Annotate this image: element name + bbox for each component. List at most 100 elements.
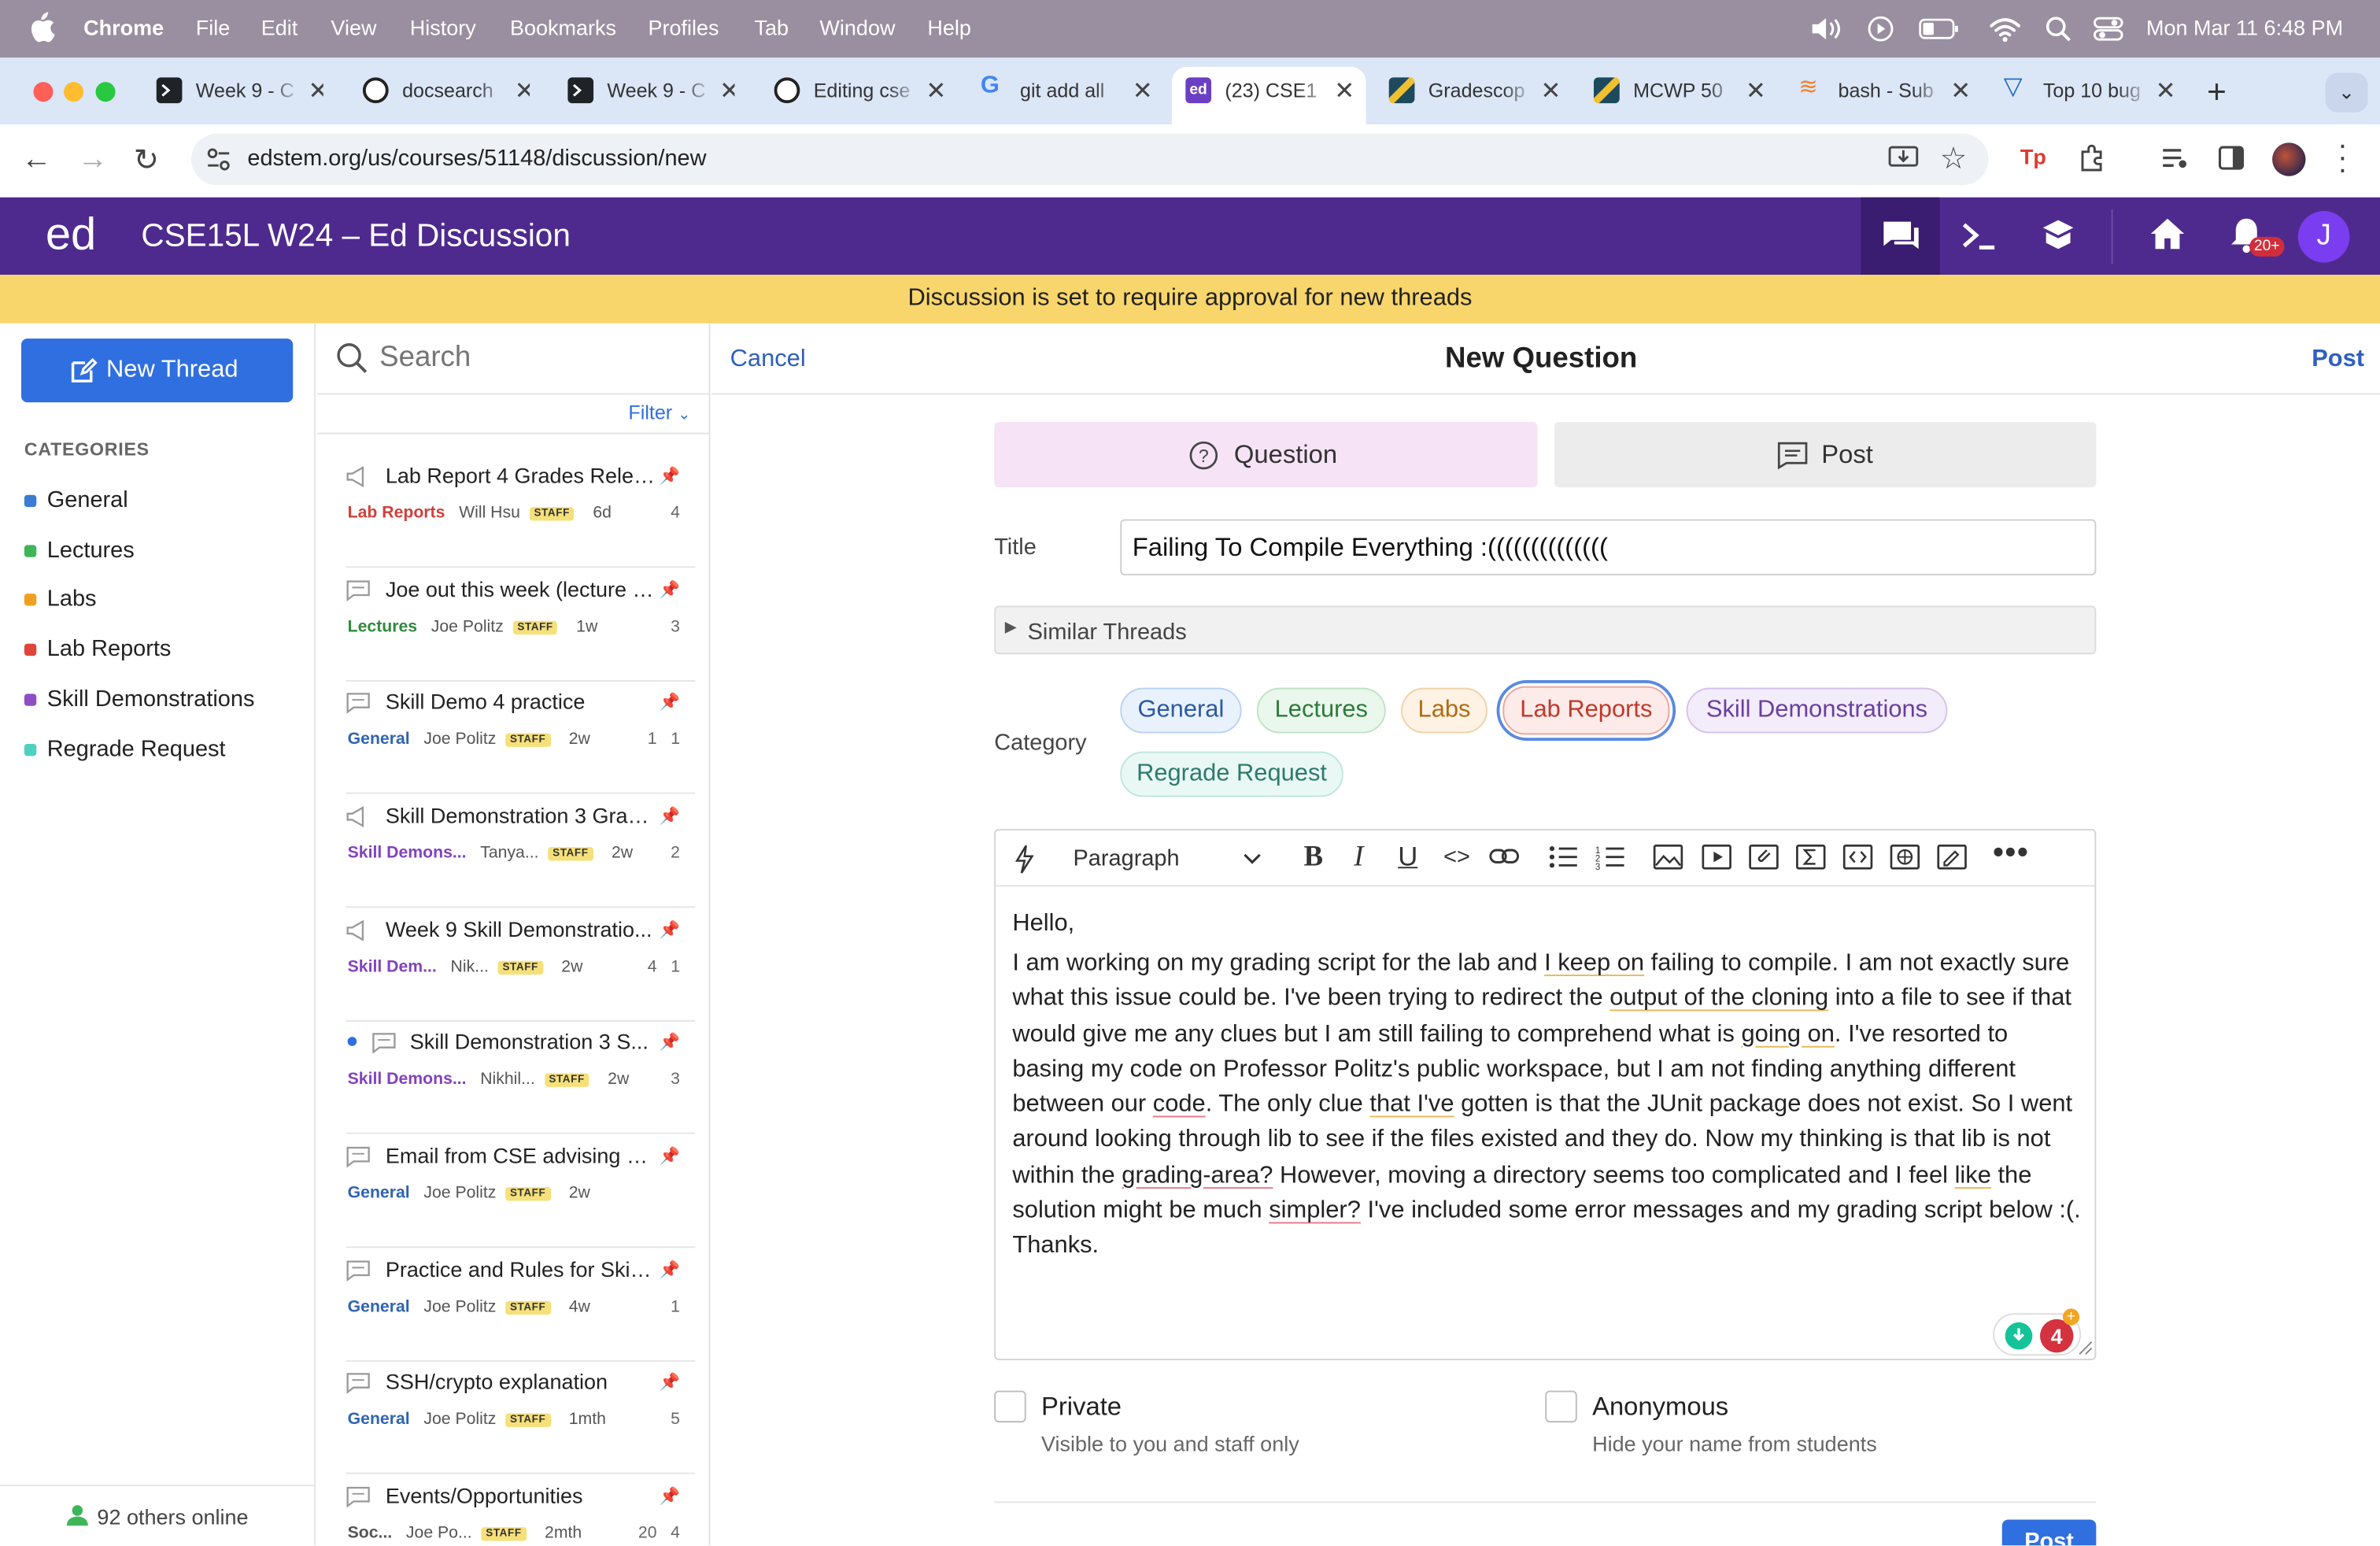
image-icon[interactable] — [1653, 844, 1683, 870]
profile-avatar-icon[interactable] — [2272, 142, 2306, 176]
sidebar-category-labs[interactable]: Labs — [24, 586, 298, 616]
close-icon[interactable]: ✕ — [2156, 76, 2174, 106]
video-icon[interactable] — [1702, 844, 1732, 870]
anonymous-checkbox[interactable] — [1545, 1390, 1577, 1423]
browser-tab[interactable]: Week 9 - C✕ — [156, 67, 323, 116]
reload-icon[interactable]: ↻ — [134, 141, 159, 179]
browser-tab[interactable]: Gradescop✕ — [1388, 67, 1559, 116]
browser-menu-icon[interactable]: · · · — [2338, 131, 2348, 185]
browser-tab[interactable]: G git add all✕ — [981, 67, 1151, 116]
resize-handle-icon[interactable] — [2078, 1341, 2093, 1356]
thread-list-item[interactable]: Email from CSE advising a... 📌 General Joe… — [346, 1134, 696, 1248]
category-pill-regrade-request[interactable]: Regrade Request — [1120, 751, 1343, 797]
menu-app-name[interactable]: Chrome — [83, 15, 164, 39]
sidebar-category-regrade-request[interactable]: Regrade Request — [24, 736, 298, 767]
browser-tab[interactable]: Week 9 - C✕ — [567, 67, 734, 116]
course-title[interactable]: CSE15L W24 – Ed Discussion — [141, 219, 571, 255]
category-pill-general[interactable]: General — [1120, 687, 1242, 734]
side-panel-icon[interactable] — [2218, 144, 2245, 172]
sidebar-category-general[interactable]: General — [24, 487, 298, 518]
extensions-puzzle-icon[interactable] — [2076, 142, 2107, 173]
new-thread-button[interactable]: New Thread — [20, 338, 294, 403]
window-zoom-button[interactable] — [95, 82, 116, 102]
terminal-nav-icon[interactable] — [1958, 219, 1998, 252]
private-checkbox[interactable] — [994, 1390, 1026, 1423]
menu-edit[interactable]: Edit — [261, 15, 298, 39]
grammarly-widget[interactable]: 4 + — [1993, 1308, 2082, 1356]
thread-list-item[interactable]: Skill Demonstration 3 S... 📌 Skill Demons.… — [346, 1020, 696, 1134]
thread-list-item[interactable]: Skill Demonstration 3 Grad... 📌 Skill Demo… — [346, 794, 696, 908]
play-icon[interactable] — [1867, 15, 1894, 43]
thread-list-item[interactable]: Lab Report 4 Grades Relea... 📌 Lab Reports… — [346, 454, 696, 568]
user-avatar[interactable]: J — [2297, 211, 2350, 263]
type-post-toggle[interactable]: Post — [1554, 422, 2097, 488]
browser-tab-active[interactable]: ed (23) CSE1 ✕ — [1185, 67, 1355, 116]
menu-window[interactable]: Window — [819, 15, 895, 39]
discussion-nav-button[interactable] — [1861, 197, 1940, 276]
menu-file[interactable]: File — [196, 15, 231, 39]
menu-profiles[interactable]: Profiles — [648, 15, 719, 39]
thread-list-item[interactable]: Practice and Rules for Skill ... 📌 General… — [346, 1248, 696, 1362]
sidebar-category-lab-reports[interactable]: Lab Reports — [24, 636, 298, 667]
ai-assist-icon[interactable] — [1014, 844, 1035, 875]
search-input[interactable] — [379, 337, 683, 380]
browser-tab[interactable]: Editing cse✕ — [774, 67, 944, 116]
extension-tp-icon[interactable]: Tp — [2020, 144, 2046, 168]
close-icon[interactable]: ✕ — [926, 76, 944, 106]
thread-list-item[interactable]: Skill Demo 4 practice 📌 General Joe Politz… — [346, 680, 696, 794]
code-block-icon[interactable] — [1842, 844, 1873, 870]
thread-list-item[interactable]: Events/Opportunities 📌 Soc... Joe Po... ST… — [346, 1474, 696, 1546]
home-icon[interactable] — [2148, 216, 2187, 252]
menu-help[interactable]: Help — [927, 15, 971, 39]
filter-button[interactable]: Filter ⌄ — [628, 401, 690, 423]
cancel-button[interactable]: Cancel — [730, 346, 806, 374]
menu-history[interactable]: History — [410, 15, 476, 39]
battery-icon[interactable] — [1919, 17, 1961, 41]
apple-icon[interactable] — [28, 12, 55, 43]
bookmark-star-icon[interactable]: ☆ — [1940, 139, 1968, 177]
volume-icon[interactable] — [1809, 15, 1842, 43]
editor-body[interactable]: I am working on my grading script for th… — [1012, 945, 2084, 1263]
thread-list-item[interactable]: Week 9 Skill Demonstratio... 📌 Skill Dem..… — [346, 908, 696, 1022]
bullet-list-icon[interactable] — [1548, 844, 1579, 870]
close-icon[interactable]: ✕ — [1746, 76, 1764, 106]
ed-logo[interactable]: ed — [46, 209, 96, 261]
close-icon[interactable]: ✕ — [1334, 76, 1354, 106]
forward-icon[interactable]: → — [77, 142, 108, 177]
menu-tab[interactable]: Tab — [754, 15, 789, 39]
lessons-nav-icon[interactable] — [2038, 216, 2078, 252]
media-queue-icon[interactable] — [2160, 144, 2190, 172]
post-button-bottom[interactable]: Post — [2001, 1519, 2097, 1546]
category-pill-lectures[interactable]: Lectures — [1256, 687, 1386, 734]
spotlight-icon[interactable] — [2045, 15, 2072, 43]
install-app-icon[interactable] — [1888, 144, 1919, 172]
url-text[interactable]: edstem.org/us/courses/51148/discussion/n… — [247, 146, 706, 172]
math-icon[interactable] — [1795, 844, 1826, 870]
wifi-icon[interactable] — [1988, 15, 2021, 43]
close-icon[interactable]: ✕ — [515, 76, 530, 106]
inline-code-icon[interactable]: <> — [1443, 844, 1470, 870]
numbered-list-icon[interactable]: 123 — [1595, 844, 1626, 870]
back-icon[interactable]: ← — [21, 142, 52, 177]
new-tab-plus-icon[interactable]: + — [2207, 73, 2227, 113]
close-icon[interactable]: ✕ — [1540, 76, 1558, 106]
browser-tab[interactable]: ▽ Top 10 bug✕ — [2004, 67, 2174, 116]
tab-search-chevron-icon[interactable]: ⌄ — [2325, 72, 2368, 113]
more-options-icon[interactable]: ••• — [1993, 837, 2029, 871]
attachment-icon[interactable] — [1749, 844, 1779, 870]
window-close-button[interactable] — [33, 82, 54, 102]
web-embed-icon[interactable] — [1890, 844, 1920, 870]
menu-clock[interactable]: Mon Mar 11 6:48 PM — [2146, 15, 2343, 39]
browser-tab[interactable]: MCWP 50✕ — [1593, 67, 1764, 116]
thread-list-item[interactable]: Joe out this week (lecture s... 📌 Lectures… — [346, 568, 696, 682]
title-input[interactable]: Failing To Compile Everything :(((((((((… — [1120, 519, 2097, 575]
close-icon[interactable]: ✕ — [719, 76, 734, 106]
close-icon[interactable]: ✕ — [308, 76, 323, 106]
site-info-icon[interactable] — [205, 146, 232, 173]
thread-list-item[interactable]: SSH/crypto explanation 📌 General Joe Polit… — [346, 1360, 696, 1474]
paragraph-style-select[interactable]: Paragraph — [1059, 835, 1272, 881]
underline-icon[interactable]: U — [1398, 841, 1417, 872]
italic-icon[interactable]: I — [1354, 841, 1363, 874]
sidebar-category-lectures[interactable]: Lectures — [24, 538, 298, 568]
menu-view[interactable]: View — [331, 15, 376, 39]
